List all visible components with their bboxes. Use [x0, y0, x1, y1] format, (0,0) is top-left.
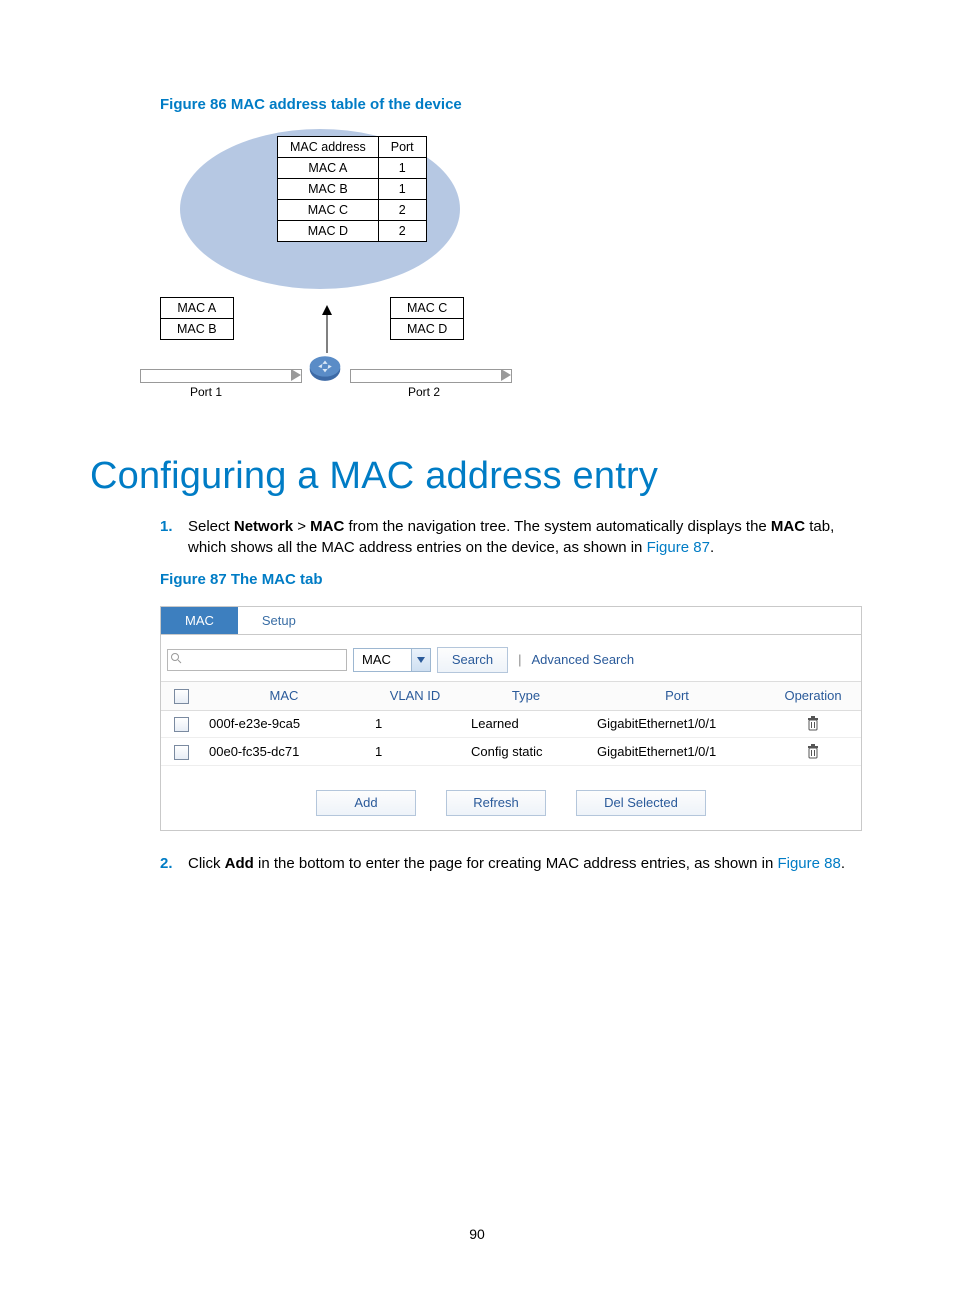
step-text: . — [710, 539, 714, 556]
cell-vlan: 1 — [367, 710, 463, 738]
bold-mac-tab: MAC — [771, 518, 805, 535]
mac-entries-table: MAC VLAN ID Type Port Operation 000f-e23… — [161, 681, 861, 766]
content-area: Figure 86 MAC address table of the devic… — [90, 96, 864, 884]
step-number: 2. — [160, 853, 173, 874]
port1-macs-box: MAC A MAC B — [160, 297, 234, 340]
lower-diagram: MAC A MAC B MAC C MAC D — [180, 297, 500, 417]
col-vlan[interactable]: VLAN ID — [367, 681, 463, 710]
step-text: > — [293, 518, 310, 535]
row-checkbox[interactable] — [174, 717, 189, 732]
step-number: 1. — [160, 516, 173, 537]
tabbar-fill — [320, 607, 861, 634]
port2-mac: MAC C — [391, 298, 464, 319]
mac-table-cell: 1 — [378, 158, 426, 179]
tab-mac[interactable]: MAC — [161, 607, 238, 634]
figure-87-link[interactable]: Figure 87 — [647, 539, 710, 556]
port1-flow-arrow — [140, 369, 302, 383]
step-text: from the navigation tree. The system aut… — [344, 518, 771, 535]
cell-port: GigabitEthernet1/0/1 — [589, 738, 765, 766]
cell-type: Learned — [463, 710, 589, 738]
mac-table-cell: MAC C — [278, 200, 379, 221]
select-value: MAC — [354, 652, 411, 667]
select-all-header — [161, 681, 201, 710]
router-icon — [308, 352, 342, 386]
figure-88-link[interactable]: Figure 88 — [777, 855, 840, 872]
advanced-search-link[interactable]: Advanced Search — [531, 652, 634, 667]
port1-mac: MAC A — [161, 298, 234, 319]
cell-mac: 000f-e23e-9ca5 — [201, 710, 367, 738]
cell-mac: 00e0-fc35-dc71 — [201, 738, 367, 766]
port1-mac: MAC B — [161, 319, 234, 340]
table-row: 00e0-fc35-dc71 1 Config static GigabitEt… — [161, 738, 861, 766]
tab-setup[interactable]: Setup — [238, 607, 320, 634]
mac-table-cell: 2 — [378, 200, 426, 221]
col-port[interactable]: Port — [589, 681, 765, 710]
bottom-buttons: Add Refresh Del Selected — [161, 766, 861, 830]
search-box — [167, 649, 347, 671]
delete-icon[interactable] — [806, 716, 820, 732]
search-input[interactable] — [167, 649, 347, 671]
bold-network: Network — [234, 518, 293, 535]
bold-mac: MAC — [310, 518, 344, 535]
mac-table-cell: MAC B — [278, 179, 379, 200]
arrow-up-icon — [322, 305, 332, 353]
tab-bar: MAC Setup — [161, 607, 861, 635]
cell-port: GigabitEthernet1/0/1 — [589, 710, 765, 738]
mac-address-table: MAC address Port MAC A1 MAC B1 MAC C2 MA… — [277, 136, 427, 242]
table-header-row: MAC VLAN ID Type Port Operation — [161, 681, 861, 710]
separator: | — [514, 652, 525, 667]
page: Figure 86 MAC address table of the devic… — [0, 0, 954, 1296]
chevron-down-icon — [411, 649, 430, 671]
port2-mac: MAC D — [391, 319, 464, 340]
search-row: MAC Search | Advanced Search — [161, 635, 861, 681]
step-text: in the bottom to enter the page for crea… — [254, 855, 778, 872]
mac-tab-panel: MAC Setup MAC Search | — [160, 606, 862, 831]
search-icon — [170, 652, 182, 667]
mac-table-header-port: Port — [378, 137, 426, 158]
step-2: 2. Click Add in the bottom to enter the … — [160, 853, 864, 874]
col-operation: Operation — [765, 681, 861, 710]
device-ellipse-wrap: MAC address Port MAC A1 MAC B1 MAC C2 MA… — [180, 129, 500, 289]
bold-add: Add — [225, 855, 254, 872]
del-selected-button[interactable]: Del Selected — [576, 790, 706, 816]
port1-label: Port 1 — [190, 385, 222, 399]
search-field-select[interactable]: MAC — [353, 648, 431, 672]
cell-type: Config static — [463, 738, 589, 766]
mac-table-cell: 1 — [378, 179, 426, 200]
mac-table-header-address: MAC address — [278, 137, 379, 158]
mac-table-cell: 2 — [378, 221, 426, 242]
col-mac[interactable]: MAC — [201, 681, 367, 710]
steps-list-2: 2. Click Add in the bottom to enter the … — [160, 853, 864, 874]
figure-86-caption: Figure 86 MAC address table of the devic… — [160, 96, 864, 113]
port2-macs-box: MAC C MAC D — [390, 297, 464, 340]
refresh-button[interactable]: Refresh — [446, 790, 546, 816]
steps-list: 1. Select Network > MAC from the navigat… — [160, 516, 864, 559]
step-text: Click — [188, 855, 225, 872]
table-row: 000f-e23e-9ca5 1 Learned GigabitEthernet… — [161, 710, 861, 738]
port2-label: Port 2 — [408, 385, 440, 399]
step-1: 1. Select Network > MAC from the navigat… — [160, 516, 864, 559]
cell-vlan: 1 — [367, 738, 463, 766]
port2-flow-arrow — [350, 369, 512, 383]
step-text: Select — [188, 518, 234, 535]
page-number: 90 — [0, 1226, 954, 1242]
delete-icon[interactable] — [806, 744, 820, 760]
add-button[interactable]: Add — [316, 790, 416, 816]
mac-table-cell: MAC D — [278, 221, 379, 242]
select-all-checkbox[interactable] — [174, 689, 189, 704]
figure-86-diagram: MAC address Port MAC A1 MAC B1 MAC C2 MA… — [180, 129, 500, 417]
col-type[interactable]: Type — [463, 681, 589, 710]
row-checkbox[interactable] — [174, 745, 189, 760]
mac-table-cell: MAC A — [278, 158, 379, 179]
section-heading: Configuring a MAC address entry — [90, 455, 864, 498]
search-button[interactable]: Search — [437, 647, 508, 673]
figure-87-caption: Figure 87 The MAC tab — [160, 571, 864, 588]
step-text: . — [841, 855, 845, 872]
